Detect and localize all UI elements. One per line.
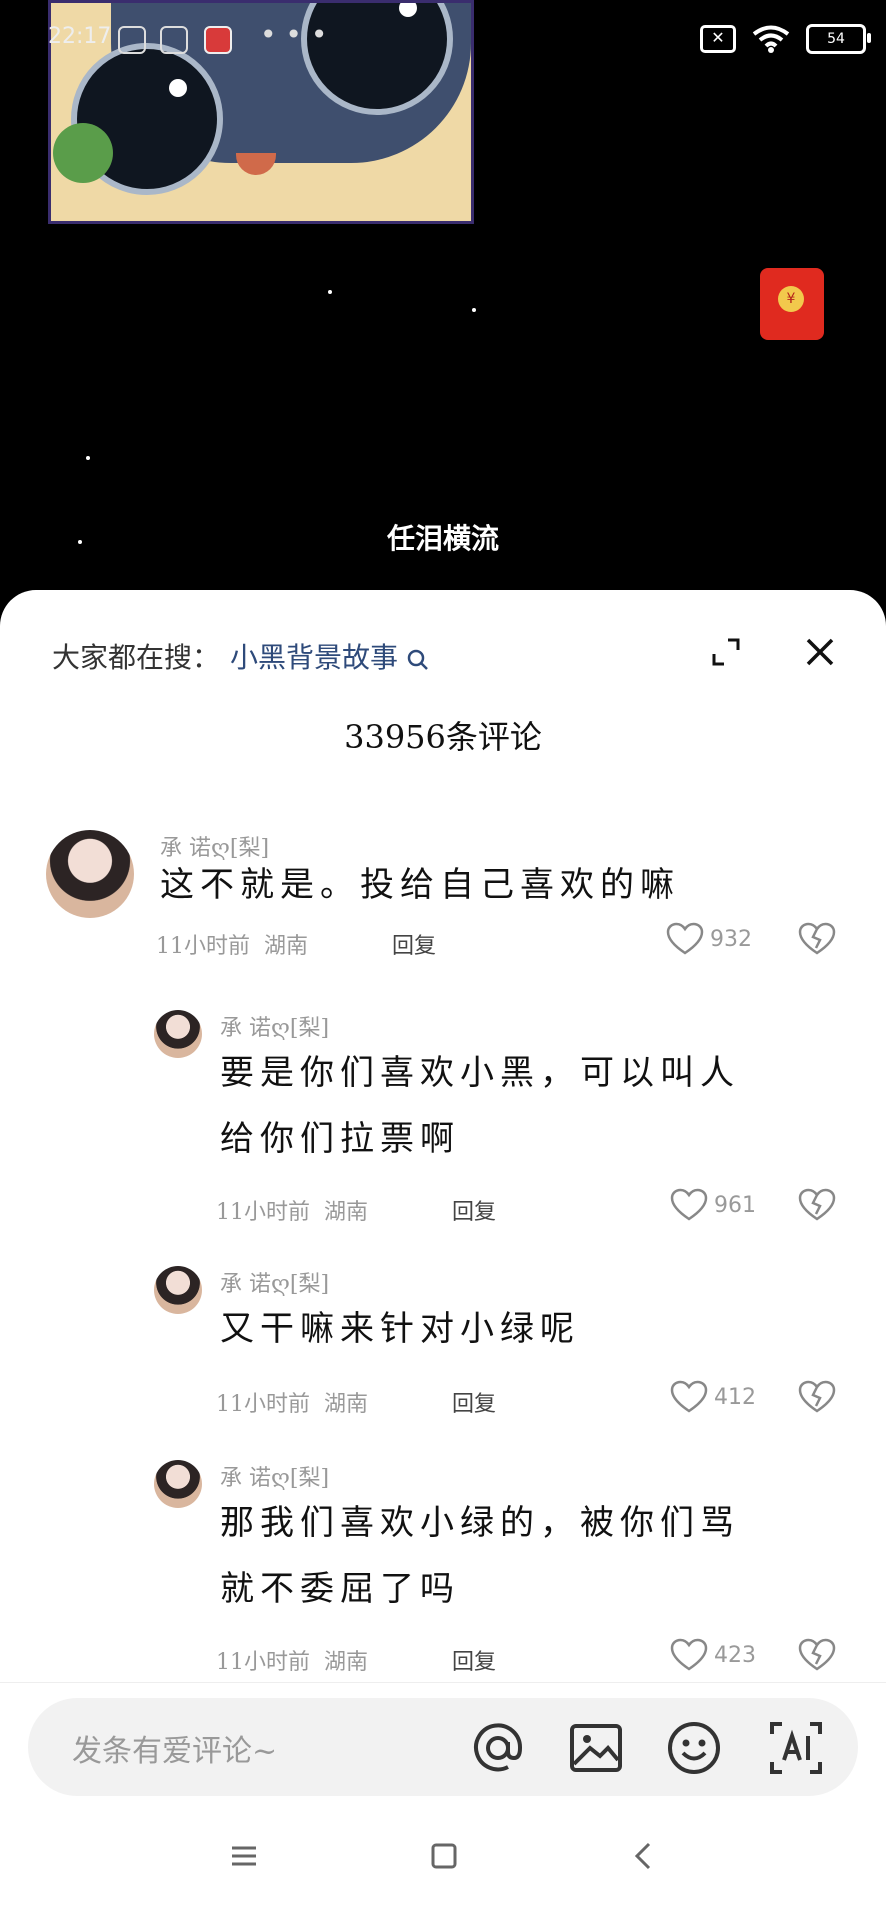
system-nav-bar [0, 1836, 886, 1896]
comment-text[interactable]: 这不就是。投给自己喜欢的嘛 [160, 852, 680, 918]
like-button[interactable]: 961 [670, 1188, 756, 1222]
comment-text[interactable]: 那我们喜欢小绿的，被你们骂 [220, 1490, 740, 1556]
comment-author[interactable]: 承 诺ღ[梨] [220, 1266, 329, 1298]
close-icon[interactable] [802, 634, 838, 670]
avatar[interactable] [154, 1010, 202, 1058]
avatar[interactable] [46, 830, 134, 918]
broken-heart-icon[interactable] [798, 1638, 836, 1672]
wifi-icon [752, 25, 790, 53]
heart-icon [670, 1380, 708, 1413]
menu-icon[interactable] [224, 1836, 264, 1876]
red-packet-icon: ¥ [778, 286, 804, 312]
ai-icon[interactable] [768, 1720, 824, 1776]
home-icon[interactable] [424, 1836, 464, 1876]
like-count: 423 [714, 1642, 756, 1668]
comment-text[interactable]: 又干嘛来针对小绿呢 [220, 1296, 580, 1362]
like-button[interactable]: 412 [670, 1380, 756, 1414]
comment-text-continued[interactable]: 就不委屈了吗 [220, 1556, 460, 1622]
red-packet-button[interactable]: ¥ [760, 268, 824, 340]
comment-author[interactable]: 承 诺ღ[梨] [220, 1460, 329, 1492]
like-count: 932 [710, 926, 752, 952]
image-icon[interactable] [568, 1720, 624, 1776]
comment-meta: 11小时前 湖南 [216, 1392, 369, 1417]
search-icon [407, 649, 428, 670]
comment-input[interactable]: 发条有爱评论~ [72, 1726, 277, 1770]
comment-meta: 11小时前 湖南 [216, 1650, 369, 1675]
at-icon[interactable] [470, 1720, 526, 1776]
no-sim-icon: ✕ [700, 25, 736, 53]
emoji-icon[interactable] [666, 1720, 722, 1776]
like-count: 412 [714, 1384, 756, 1410]
broken-heart-icon[interactable] [798, 1188, 836, 1222]
comment-meta: 11小时前 湖南 [156, 934, 309, 959]
broken-heart-icon[interactable] [798, 1380, 836, 1414]
reply-button[interactable]: 回复 [452, 1194, 496, 1226]
more-notifications-icon: • • • [260, 18, 328, 51]
avatar[interactable] [154, 1460, 202, 1508]
trending-prefix: 大家都在搜： [52, 641, 221, 674]
status-time: 22:17 [48, 24, 112, 49]
heart-icon [670, 1638, 708, 1671]
notification-icon [118, 26, 146, 54]
divider [0, 1682, 886, 1683]
battery-icon: 54 [806, 24, 871, 54]
trending-keyword[interactable]: 小黑背景故事 [230, 641, 398, 674]
comment-text-continued[interactable]: 给你们拉票啊 [220, 1106, 460, 1172]
reply-button[interactable]: 回复 [452, 1386, 496, 1418]
like-count: 961 [714, 1192, 756, 1218]
avatar[interactable] [154, 1266, 202, 1314]
video-caption: 任泪横流 [386, 522, 499, 555]
comment-count-title: 33956条评论 [344, 718, 542, 756]
trending-search[interactable]: 大家都在搜： 小黑背景故事 [52, 636, 429, 676]
comment-text[interactable]: 要是你们喜欢小黑，可以叫人 [220, 1040, 740, 1106]
notification-icon [204, 26, 232, 54]
video-player[interactable]: 22:17 • • • ✕ 54 ¥ 任泪横流 [0, 0, 886, 600]
status-bar: 22:17 • • • ✕ 54 [48, 18, 871, 58]
back-icon[interactable] [624, 1836, 664, 1876]
reply-button[interactable]: 回复 [452, 1644, 496, 1676]
heart-icon [670, 1188, 708, 1221]
reply-button[interactable]: 回复 [392, 928, 436, 960]
comment-input-bar[interactable]: 发条有爱评论~ [28, 1698, 858, 1796]
like-button[interactable]: 932 [666, 922, 752, 956]
like-button[interactable]: 423 [670, 1638, 756, 1672]
heart-icon [666, 922, 704, 955]
screen: 22:17 • • • ✕ 54 ¥ 任泪横流 大家都在搜： 小黑背景故事 33… [0, 0, 886, 1920]
broken-heart-icon[interactable] [798, 922, 836, 956]
comment-author[interactable]: 承 诺ღ[梨] [220, 1010, 329, 1042]
comment-meta: 11小时前 湖南 [216, 1200, 369, 1225]
notification-icon [160, 26, 188, 54]
battery-level: 54 [827, 31, 845, 47]
expand-icon[interactable] [710, 636, 742, 668]
